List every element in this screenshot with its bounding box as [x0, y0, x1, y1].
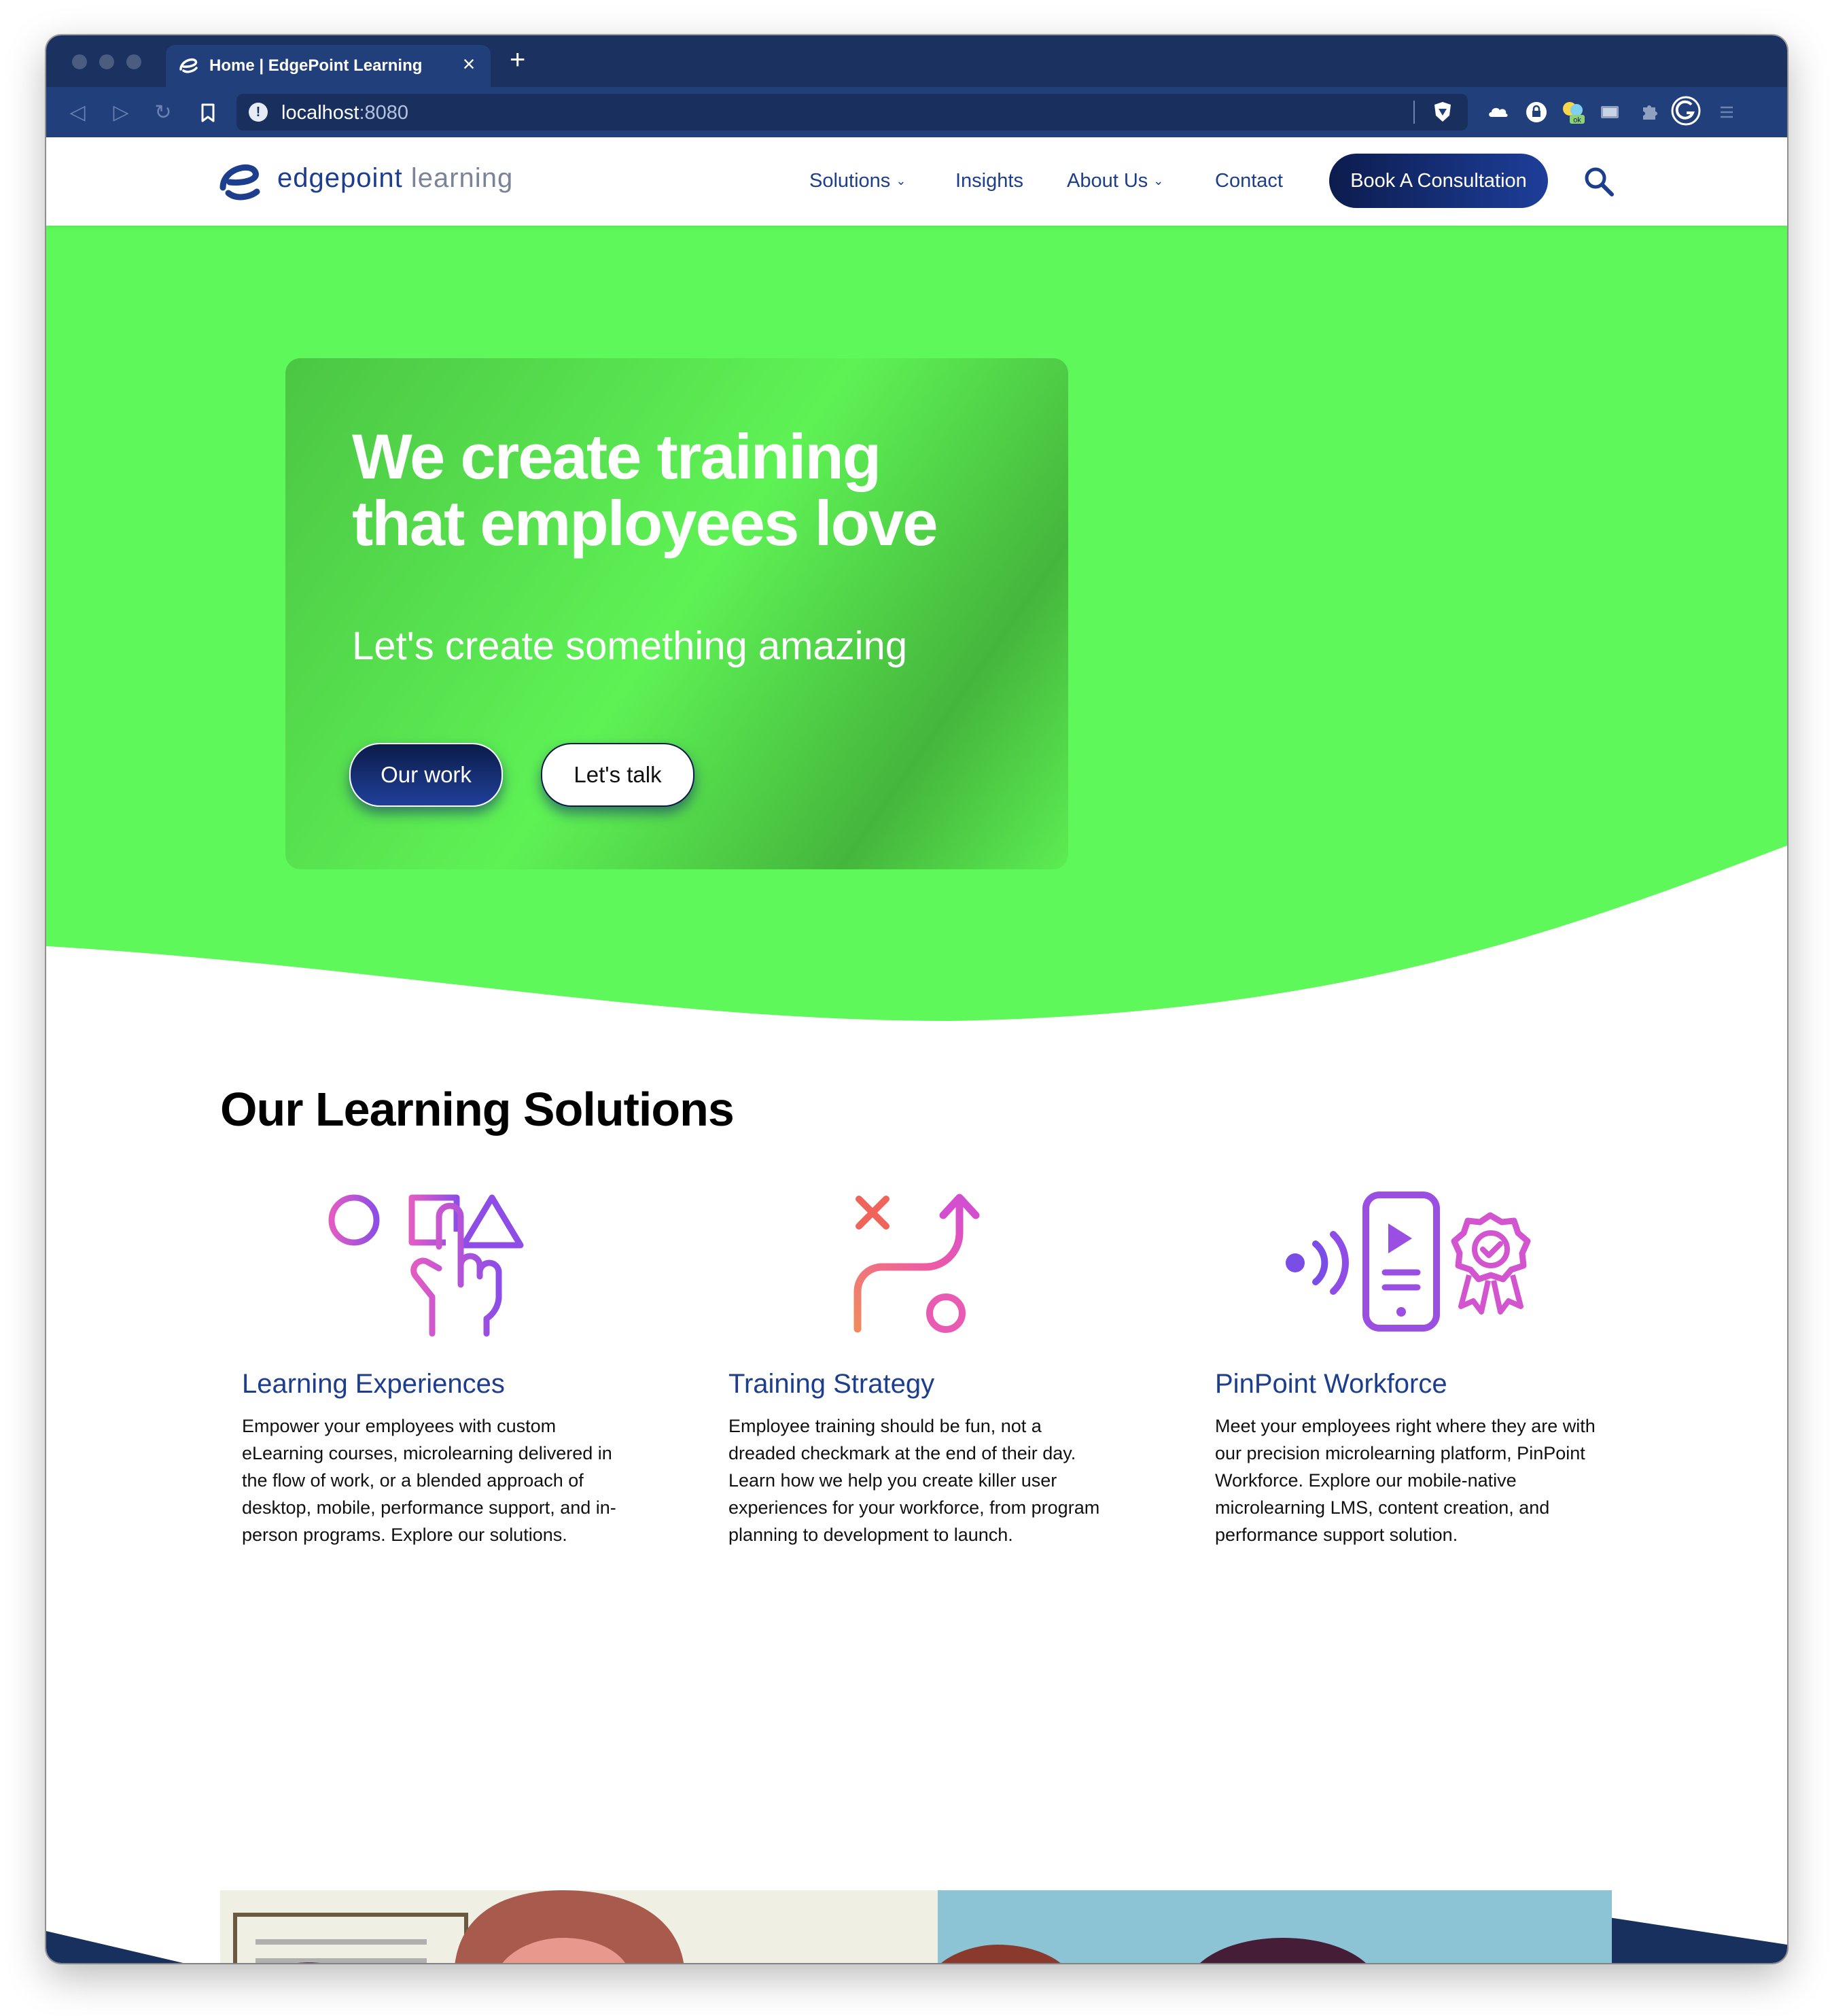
forward-icon[interactable]: ▷: [107, 99, 135, 126]
reload-icon[interactable]: ↻: [149, 99, 177, 126]
hero-card: We create training that employees love Le…: [285, 358, 1068, 869]
card-title[interactable]: Training Strategy: [728, 1369, 934, 1400]
address-bar[interactable]: ! localhost:8080: [236, 94, 1468, 131]
tab-close-icon[interactable]: ×: [457, 52, 481, 77]
illustration-banner: [46, 1890, 1787, 1963]
new-tab-icon[interactable]: +: [510, 46, 525, 73]
strategy-path-icon: [853, 1194, 980, 1333]
nav-solutions[interactable]: Solutions ⌄: [809, 170, 906, 192]
hero-section: We create training that employees love Le…: [46, 226, 1787, 1041]
card-body: Meet your employees right where they are…: [1215, 1416, 1596, 1545]
window-zoom-dot[interactable]: [126, 54, 141, 69]
shapes-hand-icon: [328, 1194, 524, 1337]
our-work-button[interactable]: Our work: [349, 743, 503, 807]
window-minimize-dot[interactable]: [99, 54, 114, 69]
chevron-down-icon: ⌄: [896, 174, 906, 188]
card-title[interactable]: PinPoint Workforce: [1215, 1369, 1447, 1400]
bookmark-icon[interactable]: [194, 99, 222, 126]
solutions-heading: Our Learning Solutions: [220, 1083, 735, 1136]
nav-contact[interactable]: Contact: [1215, 170, 1283, 192]
book-consultation-button[interactable]: Book A Consultation: [1329, 154, 1548, 208]
url-divider: [1413, 101, 1415, 124]
url-text[interactable]: localhost:8080: [281, 102, 408, 124]
brave-shield-icon[interactable]: [1430, 99, 1456, 125]
cloud-extension-icon[interactable]: [1485, 99, 1511, 125]
card-body: Employee training should be fun, not a d…: [728, 1416, 1100, 1545]
hero-title: We create training that employees love: [352, 421, 938, 559]
browser-tab-active[interactable]: Home | EdgePoint Learning ×: [166, 45, 491, 87]
site-header: edgepoint learning Solutions ⌄ Insights A…: [46, 137, 1787, 226]
balloon-extension-icon[interactable]: ok: [1560, 99, 1586, 125]
web-page: edgepoint learning Solutions ⌄ Insights A…: [46, 137, 1787, 1963]
image-extension-icon[interactable]: [1597, 99, 1623, 125]
card-title[interactable]: Learning Experiences: [242, 1369, 505, 1400]
nav-about-us[interactable]: About Us ⌄: [1067, 170, 1163, 192]
chevron-down-icon: ⌄: [1153, 174, 1164, 188]
edgepoint-logo-icon[interactable]: [219, 160, 261, 203]
extension-badge: ok: [1573, 116, 1581, 124]
card-body: Empower your employees with custom eLear…: [242, 1416, 616, 1545]
profile-avatar-icon[interactable]: [1670, 95, 1702, 126]
site-logo-text[interactable]: edgepoint learning: [277, 163, 513, 194]
back-icon[interactable]: ◁: [64, 99, 91, 126]
edgepoint-favicon-icon: [179, 58, 198, 73]
nav-insights[interactable]: Insights: [955, 170, 1023, 192]
browser-tab-bar: Home | EdgePoint Learning × +: [46, 35, 1787, 87]
window-close-dot[interactable]: [72, 54, 87, 69]
mobile-award-icon: [1286, 1192, 1531, 1332]
hero-subtitle: Let's create something amazing: [352, 624, 908, 668]
browser-window: Home | EdgePoint Learning × + ◁ ▷ ↻ ! lo…: [46, 35, 1787, 1963]
lets-talk-button[interactable]: Let's talk: [541, 743, 694, 807]
lock-extension-icon[interactable]: [1523, 99, 1549, 125]
browser-toolbar: ◁ ▷ ↻ ! localhost:8080 ok: [46, 87, 1787, 137]
puzzle-extensions-icon[interactable]: [1636, 99, 1662, 125]
tab-title: Home | EdgePoint Learning: [209, 56, 423, 75]
search-icon[interactable]: [1582, 164, 1616, 198]
menu-icon[interactable]: [1714, 99, 1740, 125]
site-info-icon[interactable]: !: [249, 103, 268, 122]
